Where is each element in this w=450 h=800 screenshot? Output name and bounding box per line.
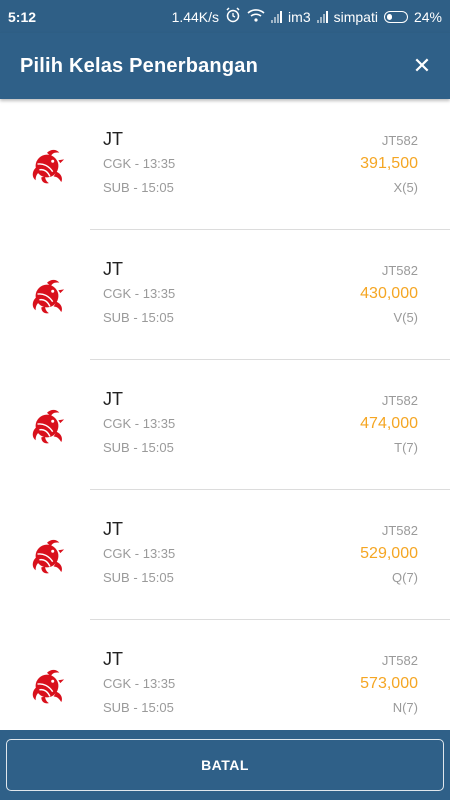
battery-icon bbox=[383, 10, 408, 23]
airline-code: JT bbox=[103, 129, 123, 149]
status-right: 1.44K/s im3 simpati 24% bbox=[172, 7, 442, 26]
arrival-info: SUB - 15:05 bbox=[103, 570, 174, 585]
airline-logo-icon bbox=[28, 667, 66, 705]
price: 529,000 bbox=[360, 545, 418, 562]
status-bar: 5:12 1.44K/s im3 simpati 24% bbox=[0, 0, 450, 33]
airline-logo-icon bbox=[28, 407, 66, 445]
carrier-1: im3 bbox=[288, 8, 311, 25]
airline-logo-icon bbox=[28, 147, 66, 185]
price: 430,000 bbox=[360, 285, 418, 302]
flight-number: JT582 bbox=[381, 133, 418, 148]
departure-info: CGK - 13:35 bbox=[103, 416, 176, 431]
flight-number: JT582 bbox=[381, 393, 418, 408]
arrival-info: SUB - 15:05 bbox=[103, 440, 174, 455]
airline-code: JT bbox=[103, 649, 123, 669]
signal-icon bbox=[271, 10, 283, 23]
price: 391,500 bbox=[360, 155, 418, 172]
seat-class: T(7) bbox=[394, 440, 418, 455]
airline-code: JT bbox=[103, 519, 123, 539]
seat-class: X(5) bbox=[393, 180, 418, 195]
list-item[interactable]: JT CGK - 13:35 SUB - 15:05 JT582 430,000… bbox=[0, 230, 450, 360]
airline-code: JT bbox=[103, 259, 123, 279]
cancel-button[interactable]: BATAL bbox=[6, 739, 444, 791]
title-bar: Pilih Kelas Penerbangan ✕ bbox=[0, 33, 450, 99]
departure-info: CGK - 13:35 bbox=[103, 286, 176, 301]
list-item[interactable]: JT CGK - 13:35 SUB - 15:05 JT582 391,500… bbox=[0, 100, 450, 230]
page-title: Pilih Kelas Penerbangan bbox=[20, 54, 259, 77]
flight-number: JT582 bbox=[381, 523, 418, 538]
departure-info: CGK - 13:35 bbox=[103, 546, 176, 561]
carrier-2: simpati bbox=[333, 8, 378, 25]
arrival-info: SUB - 15:05 bbox=[103, 310, 174, 325]
departure-info: CGK - 13:35 bbox=[103, 676, 176, 691]
seat-class: V(5) bbox=[393, 310, 418, 325]
arrival-info: SUB - 15:05 bbox=[103, 700, 174, 715]
seat-class: N(7) bbox=[392, 700, 418, 715]
network-speed: 1.44K/s bbox=[171, 8, 220, 25]
list-item[interactable]: JT CGK - 13:35 SUB - 15:05 JT582 573,000… bbox=[0, 620, 450, 730]
departure-info: CGK - 13:35 bbox=[103, 156, 176, 171]
price: 573,000 bbox=[360, 675, 418, 692]
wifi-icon bbox=[247, 8, 265, 25]
price: 474,000 bbox=[360, 415, 418, 432]
close-icon[interactable]: ✕ bbox=[408, 52, 436, 80]
flight-number: JT582 bbox=[381, 653, 418, 668]
battery-percent: 24% bbox=[413, 8, 442, 25]
list-item[interactable]: JT CGK - 13:35 SUB - 15:05 JT582 529,000… bbox=[0, 490, 450, 620]
status-time: 5:12 bbox=[8, 8, 37, 25]
arrival-info: SUB - 15:05 bbox=[103, 180, 174, 195]
airline-code: JT bbox=[103, 389, 123, 409]
flight-number: JT582 bbox=[381, 263, 418, 278]
seat-class: Q(7) bbox=[392, 570, 418, 585]
bottom-bar: BATAL bbox=[0, 730, 450, 800]
list-item[interactable]: JT CGK - 13:35 SUB - 15:05 JT582 474,000… bbox=[0, 360, 450, 490]
flight-class-list: JT CGK - 13:35 SUB - 15:05 JT582 391,500… bbox=[0, 100, 450, 730]
signal-icon bbox=[316, 10, 328, 23]
airline-logo-icon bbox=[28, 277, 66, 315]
airline-logo-icon bbox=[28, 537, 66, 575]
alarm-icon bbox=[225, 7, 241, 26]
